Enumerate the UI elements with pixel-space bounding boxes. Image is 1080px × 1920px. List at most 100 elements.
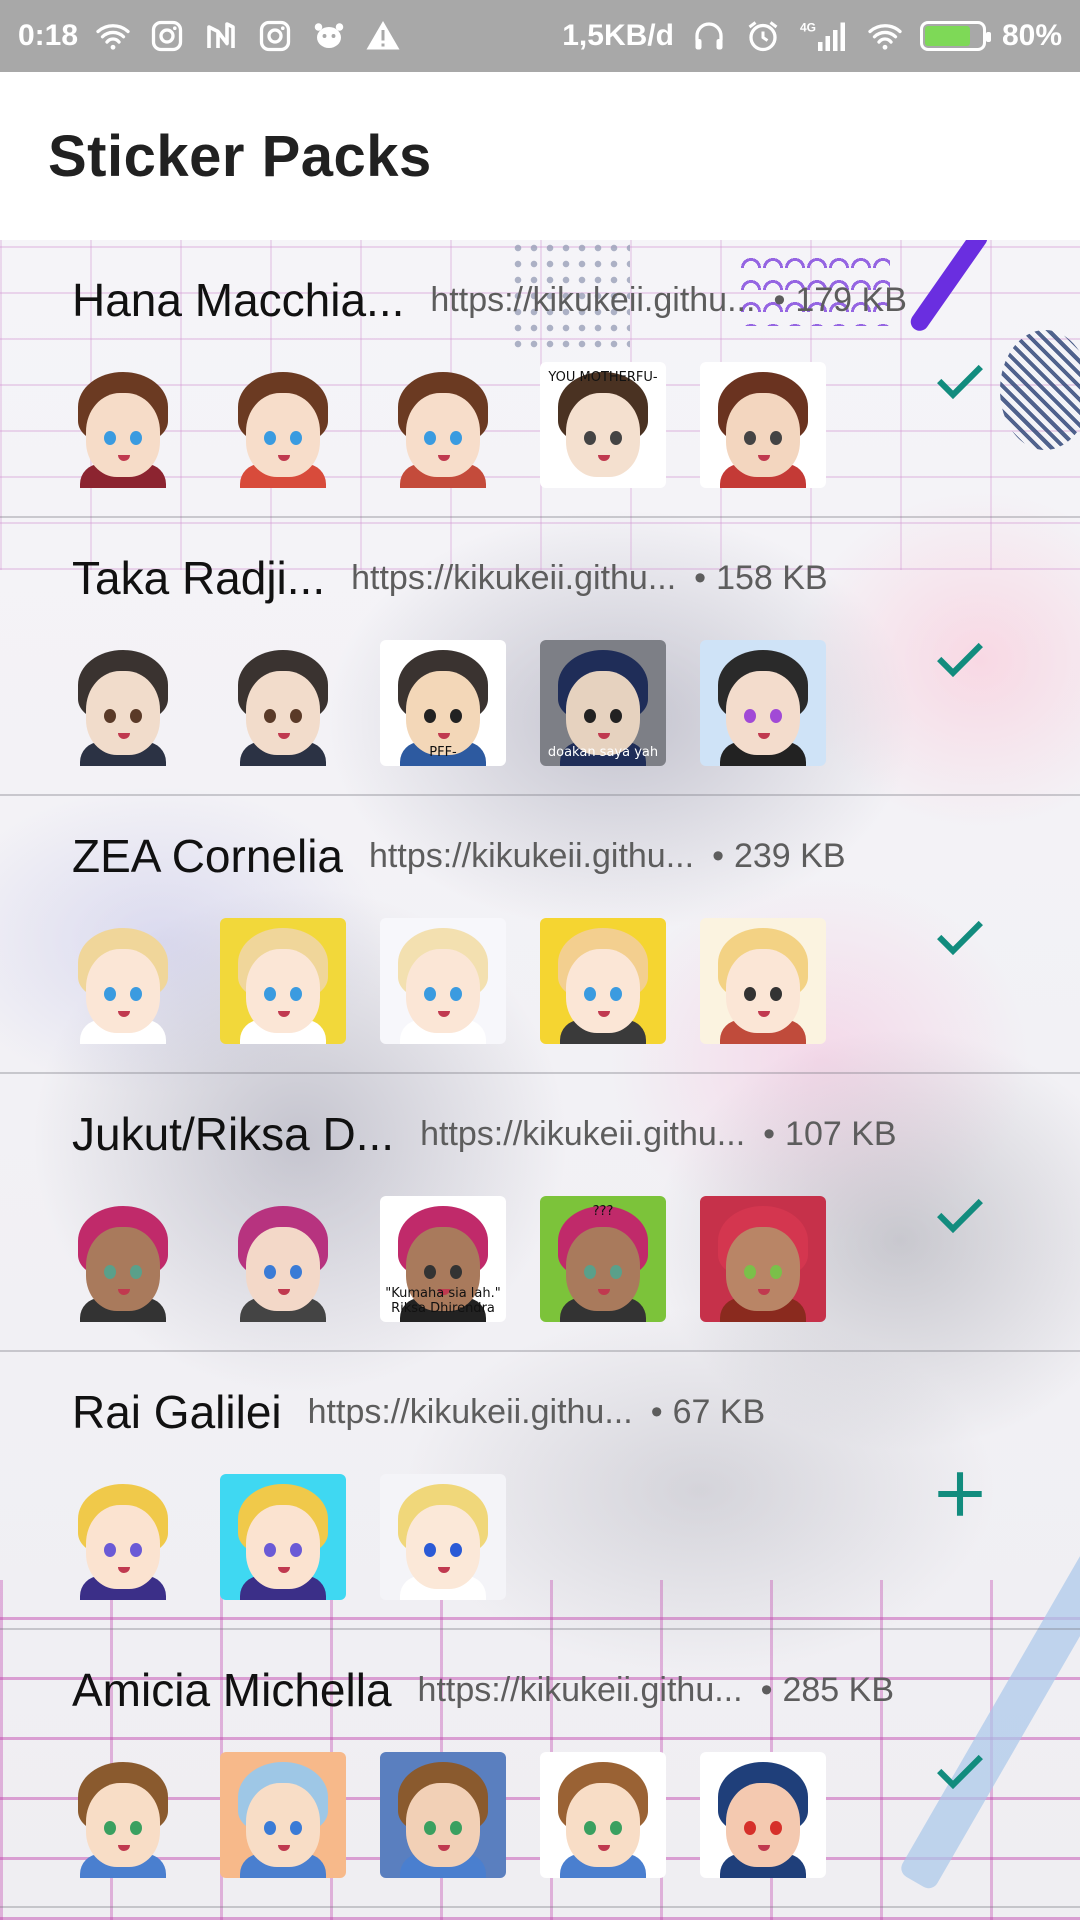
sticker-thumbnail	[60, 918, 186, 1044]
sticker-face	[406, 393, 480, 477]
sticker-eye	[104, 987, 116, 1001]
sticker-eye	[130, 1265, 142, 1279]
added-check-icon[interactable]	[930, 1186, 990, 1246]
sticker-preview-strip	[60, 918, 826, 1046]
tiger-icon	[310, 17, 348, 55]
sticker-mouth	[118, 733, 130, 739]
sticker-thumbnail	[380, 1474, 506, 1600]
pack-name: Taka Radji...	[72, 552, 326, 604]
sticker-thumbnail	[60, 362, 186, 488]
sticker-eye	[424, 709, 436, 723]
wifi-icon	[866, 17, 904, 55]
sticker-eye	[290, 1821, 302, 1835]
wifi-icon	[94, 17, 132, 55]
pack-header: Rai Galilei https://kikukeii.githu... 67 K…	[72, 1382, 765, 1442]
added-check-icon[interactable]	[930, 630, 990, 690]
pack-size: 67 KB	[651, 1393, 766, 1432]
sticker-eye	[130, 1821, 142, 1835]
status-right: 1,5KB/d 4G 80%	[562, 17, 1062, 55]
sticker-face	[406, 1505, 480, 1589]
sticker-thumbnail	[380, 918, 506, 1044]
sticker-mouth	[118, 1011, 130, 1017]
sticker-thumbnail	[540, 918, 666, 1044]
sticker-caption: doakan saya yah	[547, 745, 659, 760]
signal-icon: 4G	[798, 17, 850, 55]
sticker-eye	[424, 1265, 436, 1279]
app-n-icon	[202, 17, 240, 55]
sticker-eye	[264, 1265, 276, 1279]
sticker-mouth	[758, 733, 770, 739]
pack-header: Hana Macchia... https://kikukeii.githu...…	[72, 270, 907, 330]
pack-size: 107 KB	[763, 1115, 897, 1154]
sticker-eye	[450, 1543, 462, 1557]
sticker-pack-row[interactable]: Amicia Michella https://kikukeii.githu...…	[0, 1630, 1080, 1908]
sticker-eye	[770, 709, 782, 723]
sticker-face	[86, 949, 160, 1033]
sticker-eye	[130, 709, 142, 723]
sticker-mouth	[278, 1289, 290, 1295]
sticker-eye	[744, 1821, 756, 1835]
status-left: 0:18	[18, 17, 402, 55]
sticker-mouth	[118, 455, 130, 461]
sticker-thumbnail: "Kumaha sia lah." Riksa Dhirendra	[380, 1196, 506, 1322]
sticker-mouth	[598, 455, 610, 461]
sticker-eye	[104, 1543, 116, 1557]
sticker-thumbnail	[380, 1752, 506, 1878]
sticker-eye	[584, 987, 596, 1001]
sticker-mouth	[598, 1845, 610, 1851]
added-check-icon[interactable]	[930, 352, 990, 412]
sticker-mouth	[118, 1289, 130, 1295]
added-check-icon[interactable]	[930, 1742, 990, 1802]
add-plus-icon[interactable]	[930, 1464, 990, 1524]
sticker-mouth	[438, 1011, 450, 1017]
sticker-caption: YOU MOTHERFU-	[548, 370, 658, 385]
sticker-eye	[290, 709, 302, 723]
sticker-pack-row[interactable]: Taka Radji... https://kikukeii.githu... 15…	[0, 518, 1080, 796]
sticker-thumbnail: PFF-	[380, 640, 506, 766]
sticker-face	[566, 393, 640, 477]
sticker-thumbnail	[220, 1752, 346, 1878]
sticker-preview-strip: YOU MOTHERFU-	[60, 362, 826, 490]
sticker-pack-row[interactable]: Rai Galilei https://kikukeii.githu... 67 K…	[0, 1352, 1080, 1630]
sticker-eye	[290, 1543, 302, 1557]
network-speed: 1,5KB/d	[562, 19, 674, 52]
sticker-thumbnail	[700, 1196, 826, 1322]
sticker-preview-strip: PFF-doakan saya yah	[60, 640, 826, 768]
sticker-mouth	[278, 1011, 290, 1017]
sticker-eye	[770, 987, 782, 1001]
sticker-eye	[584, 1265, 596, 1279]
pack-size: 158 KB	[694, 559, 828, 598]
sticker-eye	[610, 709, 622, 723]
sticker-pack-row[interactable]: ZEA Cornelia https://kikukeii.githu... 239…	[0, 796, 1080, 1074]
pack-publisher: https://kikukeii.githu...	[351, 558, 677, 597]
sticker-eye	[424, 1821, 436, 1835]
sticker-pack-row[interactable]: Jukut/Riksa D... https://kikukeii.githu..…	[0, 1074, 1080, 1352]
sticker-eye	[290, 431, 302, 445]
sticker-thumbnail: ???	[540, 1196, 666, 1322]
sticker-eye	[290, 987, 302, 1001]
sticker-eye	[104, 431, 116, 445]
sticker-thumbnail	[700, 1752, 826, 1878]
sticker-face	[246, 393, 320, 477]
added-check-icon[interactable]	[930, 908, 990, 968]
sticker-thumbnail	[220, 640, 346, 766]
sticker-eye	[610, 431, 622, 445]
pack-name: Amicia Michella	[72, 1664, 392, 1716]
sticker-mouth	[598, 1289, 610, 1295]
pack-header: Amicia Michella https://kikukeii.githu...…	[72, 1660, 894, 1720]
sticker-eye	[264, 987, 276, 1001]
sticker-face	[86, 1783, 160, 1867]
sticker-thumbnail	[700, 362, 826, 488]
sticker-eye	[104, 1265, 116, 1279]
status-bar: 0:18 1,5KB/d 4G 80%	[0, 0, 1080, 72]
sticker-mouth	[278, 1845, 290, 1851]
app-bar: Sticker Packs	[0, 72, 1080, 240]
sticker-face	[726, 949, 800, 1033]
sticker-mouth	[758, 455, 770, 461]
sticker-eye	[584, 1821, 596, 1835]
instagram-icon	[148, 17, 186, 55]
sticker-thumbnail	[60, 640, 186, 766]
sticker-thumbnail	[220, 918, 346, 1044]
sticker-pack-row[interactable]: Hana Macchia... https://kikukeii.githu...…	[0, 240, 1080, 518]
sticker-eye	[130, 431, 142, 445]
